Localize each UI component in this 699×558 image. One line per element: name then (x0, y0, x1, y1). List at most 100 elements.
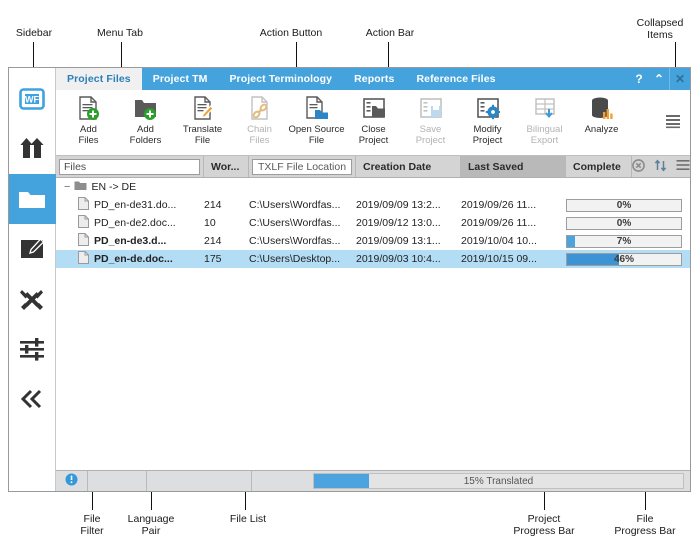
sort-icon[interactable] (654, 159, 667, 175)
tree-expander-icon[interactable]: − (64, 182, 70, 192)
file-list[interactable]: − EN -> DE PD_en-de31.do... 214 C:\Users… (56, 178, 690, 470)
file-name-cell: PD_en-de3.d... (56, 233, 204, 249)
help-icon[interactable]: ? (629, 68, 649, 90)
translate-file-icon (191, 95, 215, 121)
file-progress-bar: 0% (566, 199, 682, 212)
file-filter-input[interactable]: Files (59, 159, 200, 175)
sidebar-item-home[interactable] (9, 124, 56, 174)
analyze-icon (590, 95, 614, 121)
word-count-cell: 214 (204, 199, 249, 211)
status-bar: 15% Translated (56, 470, 690, 491)
file-name-cell: PD_en-de.doc... (56, 251, 204, 267)
add-folders-label-1: Add (137, 124, 154, 135)
annotation-file-filter: File Filter (62, 513, 122, 537)
file-location-cell: C:\Users\Wordfas... (249, 217, 356, 229)
translate-file-button[interactable]: Translate File (174, 90, 231, 146)
last-saved-cell: 2019/10/15 09... (461, 253, 566, 265)
last-saved-cell: 2019/09/26 11... (461, 199, 566, 211)
save-project-button[interactable]: Save Project (402, 90, 459, 146)
clear-filter-icon[interactable] (632, 159, 645, 175)
tab-project-files[interactable]: Project Files (56, 68, 142, 90)
close-icon[interactable]: ✕ (669, 68, 690, 90)
column-header-last-saved[interactable]: Last Saved (461, 156, 566, 177)
status-segment-2 (147, 471, 252, 491)
chain-files-label-1: Chain (247, 124, 272, 135)
column-header-complete[interactable]: Complete (566, 156, 632, 177)
analyze-button[interactable]: Analyze (573, 90, 630, 135)
table-row[interactable]: PD_en-de.doc... 175 C:\Users\Desktop... … (56, 250, 690, 268)
modify-project-button[interactable]: Modify Project (459, 90, 516, 146)
file-location-cell: C:\Users\Wordfas... (249, 235, 356, 247)
analyze-label-1: Analyze (585, 124, 619, 135)
add-folders-button[interactable]: Add Folders (117, 90, 174, 146)
bilingual-export-button[interactable]: Bilingual Export (516, 90, 573, 146)
sidebar: WF (9, 68, 56, 491)
table-row[interactable]: PD_en-de3.d... 214 C:\Users\Wordfas... 2… (56, 232, 690, 250)
language-pair-row[interactable]: − EN -> DE (56, 178, 690, 196)
application-window: WF (8, 67, 691, 492)
column-header-words[interactable]: Wor... (204, 156, 249, 177)
file-name-text: PD_en-de3.d... (94, 235, 166, 247)
action-bar: Add Files Add Folders (56, 90, 690, 156)
translate-file-label-1: Translate (183, 124, 222, 135)
status-segment-1 (88, 471, 147, 491)
bilingual-export-label-1: Bilingual (527, 124, 563, 135)
file-filter-cell: Files (56, 156, 204, 177)
close-project-label-2: Project (359, 135, 389, 146)
svg-text:WF: WF (25, 95, 39, 105)
info-button[interactable] (56, 471, 88, 491)
sidebar-item-collapse[interactable] (9, 374, 56, 424)
file-progress-label: 0% (567, 200, 681, 211)
close-project-button[interactable]: Close Project (345, 90, 402, 146)
tab-reports[interactable]: Reports (343, 68, 405, 90)
tab-project-tm[interactable]: Project TM (142, 68, 219, 90)
home-arrow-icon (19, 137, 45, 161)
tab-reference-files[interactable]: Reference Files (405, 68, 506, 90)
add-files-icon (77, 95, 101, 121)
add-folders-label-2: Folders (130, 135, 162, 146)
txlf-location-filter-input[interactable]: TXLF File Location (252, 159, 352, 175)
sidebar-item-settings[interactable] (9, 324, 56, 374)
sidebar-item-editor[interactable] (9, 224, 56, 274)
bilingual-export-label-2: Export (531, 135, 558, 146)
file-progress-cell: 46% (566, 253, 690, 266)
column-header-creation-date[interactable]: Creation Date (356, 156, 461, 177)
file-progress-label: 7% (567, 236, 681, 247)
add-files-button[interactable]: Add Files (60, 90, 117, 146)
file-progress-cell: 7% (566, 235, 690, 248)
file-name-text: PD_en-de.doc... (94, 253, 173, 265)
table-row[interactable]: PD_en-de31.do... 214 C:\Users\Wordfas...… (56, 196, 690, 214)
chain-files-label-2: Files (249, 135, 269, 146)
sidebar-item-tools[interactable] (9, 274, 56, 324)
open-source-file-label-2: File (309, 135, 324, 146)
file-progress-bar: 7% (566, 235, 682, 248)
collapse-ribbon-icon[interactable]: ⌃ (649, 68, 669, 90)
column-menu-icon[interactable] (676, 159, 690, 174)
modify-project-label-1: Modify (474, 124, 502, 135)
close-project-label-1: Close (361, 124, 385, 135)
add-files-label-2: Files (78, 135, 98, 146)
file-name-cell: PD_en-de31.do... (56, 197, 204, 213)
file-progress-label: 46% (567, 254, 681, 265)
save-project-label-1: Save (420, 124, 442, 135)
chain-files-button[interactable]: Chain Files (231, 90, 288, 146)
annotation-language-pair: Language Pair (116, 513, 186, 537)
last-saved-cell: 2019/10/04 10... (461, 235, 566, 247)
tools-icon (19, 287, 45, 311)
sidebar-item-project[interactable] (9, 174, 56, 224)
creation-date-cell: 2019/09/03 10:4... (356, 253, 461, 265)
file-progress-label: 0% (567, 218, 681, 229)
add-files-label-1: Add (80, 124, 97, 135)
main-panel: Project Files Project TM Project Termino… (56, 68, 690, 491)
open-source-file-button[interactable]: Open Source File (288, 90, 345, 146)
sidebar-item-wordfast-logo[interactable]: WF (9, 74, 56, 124)
project-progress-label: 15% Translated (314, 474, 683, 488)
settings-sliders-icon (19, 337, 45, 361)
collapsed-items-button[interactable] (664, 116, 682, 132)
creation-date-cell: 2019/09/09 13:1... (356, 235, 461, 247)
file-name-cell: PD_en-de2.doc... (56, 215, 204, 231)
creation-date-cell: 2019/09/09 13:2... (356, 199, 461, 211)
tab-project-terminology[interactable]: Project Terminology (218, 68, 343, 90)
close-project-icon (362, 95, 386, 121)
table-row[interactable]: PD_en-de2.doc... 10 C:\Users\Wordfas... … (56, 214, 690, 232)
